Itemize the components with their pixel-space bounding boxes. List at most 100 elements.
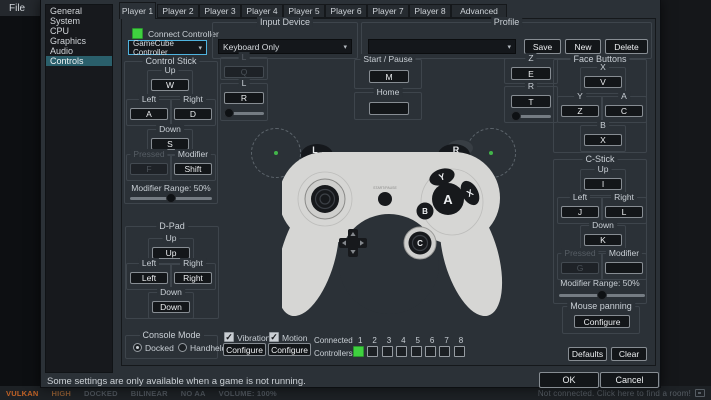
profile-select[interactable]: ▾ [368, 39, 516, 54]
status-multiplayer[interactable]: Not connected. Click here to find a room… [538, 389, 705, 398]
c-stick-up-button[interactable]: I [584, 178, 622, 190]
status-vulkan[interactable]: VULKAN [6, 389, 38, 398]
docked-radio[interactable] [133, 343, 142, 352]
c-stick-pressed-button[interactable]: G [561, 262, 599, 274]
face-b: B X [580, 120, 626, 152]
controller-type-select[interactable]: GameCube Controller ▾ [128, 39, 207, 57]
control-stick-up-button[interactable]: W [151, 79, 189, 91]
controller-1-checkbox[interactable] [353, 346, 364, 357]
c-stick-modifier-button[interactable] [605, 262, 643, 274]
controller-b-label: B [422, 207, 428, 216]
left-trigger-button[interactable]: R [224, 92, 264, 104]
start-pause-button[interactable]: M [369, 70, 409, 83]
tab-player-1[interactable]: Player 1 [119, 2, 156, 19]
z-button[interactable]: E [511, 67, 551, 80]
motion-checkbox[interactable]: ✓ [269, 332, 279, 342]
slider-handle[interactable] [166, 192, 176, 203]
profile-new-button[interactable]: New [565, 39, 601, 54]
status-gpu-accuracy[interactable]: HIGH [51, 389, 71, 398]
dpad-down-button[interactable]: Down [152, 301, 190, 313]
status-dock-mode[interactable]: DOCKED [84, 389, 118, 398]
controller-number: 6 [429, 336, 435, 345]
c-stick-right-button[interactable]: L [605, 206, 643, 218]
tab-player-2[interactable]: Player 2 [157, 4, 199, 18]
c-stick-range-slider[interactable] [559, 289, 645, 300]
r-trigger-button[interactable]: T [511, 95, 551, 108]
motion-configure-button[interactable]: Configure [268, 343, 311, 356]
settings-category-list: General System CPU Graphics Audio Contro… [45, 4, 113, 373]
defaults-button[interactable]: Defaults [568, 347, 607, 361]
tab-advanced[interactable]: Advanced [451, 4, 507, 18]
home-group: Home [354, 87, 422, 120]
controller-4-checkbox[interactable] [396, 346, 408, 357]
console-mode-group: Console Mode Docked Handheld [125, 330, 226, 359]
multiplayer-label: Not connected. Click here to find a room… [537, 388, 691, 398]
player1-pane: Connect Controller GameCube Controller ▾… [121, 17, 656, 366]
control-stick-pressed-button[interactable]: F [130, 163, 168, 175]
controller-6-checkbox[interactable] [424, 346, 436, 357]
dialog-note: Some settings are only available when a … [47, 376, 306, 387]
tab-player-5[interactable]: Player 5 [283, 4, 325, 18]
controller-number: 7 [444, 336, 449, 345]
mouse-panning-configure-button[interactable]: Configure [574, 315, 630, 328]
sidebar-item-system[interactable]: System [46, 16, 112, 26]
c-stick-down-button[interactable]: K [584, 234, 622, 246]
profile-delete-button[interactable]: Delete [605, 39, 648, 54]
status-filter[interactable]: BILINEAR [131, 389, 168, 398]
controller-number: 2 [372, 336, 377, 345]
tab-player-7[interactable]: Player 7 [367, 4, 409, 18]
controller-8-checkbox[interactable] [453, 346, 465, 357]
status-volume[interactable]: VOLUME: 100% [219, 389, 277, 398]
controller-3-checkbox[interactable] [381, 346, 393, 357]
tab-player-8[interactable]: Player 8 [409, 4, 451, 18]
slider-handle[interactable] [597, 289, 607, 300]
control-stick-modifier-button[interactable]: Shift [174, 163, 212, 175]
face-b-button[interactable]: X [584, 134, 622, 146]
dpad-right-button[interactable]: Right [174, 272, 212, 284]
status-antialiasing[interactable]: NO AA [181, 389, 206, 398]
home-button[interactable] [369, 102, 409, 115]
tab-player-6[interactable]: Player 6 [325, 4, 367, 18]
ok-button[interactable]: OK [539, 372, 599, 388]
face-y-button[interactable]: Z [561, 105, 599, 117]
handheld-radio[interactable] [178, 343, 187, 352]
slider-handle[interactable] [511, 110, 521, 121]
control-stick-left: Left A [126, 94, 172, 126]
controller-7-checkbox[interactable] [439, 346, 451, 357]
vibration-configure-button[interactable]: Configure [223, 343, 266, 356]
face-a: A C [601, 91, 647, 123]
controller-c-label: C [417, 239, 423, 248]
control-stick-range-slider[interactable] [130, 192, 212, 203]
sidebar-item-graphics[interactable]: Graphics [46, 36, 112, 46]
control-stick-right-button[interactable]: D [174, 108, 212, 120]
c-stick-modifier: Modifier [601, 248, 647, 280]
r-trigger-threshold-slider[interactable] [511, 110, 551, 121]
face-a-button[interactable]: C [605, 105, 643, 117]
sidebar-item-general[interactable]: General [46, 6, 112, 16]
controller-connected-row [353, 346, 473, 357]
c-stick-left-button[interactable]: J [561, 206, 599, 218]
dpad-left: Left Left [126, 258, 172, 290]
controllers-label: Controllers [314, 349, 353, 358]
sidebar-item-audio[interactable]: Audio [46, 46, 112, 56]
controller-2-checkbox[interactable] [367, 346, 379, 357]
profile-save-button[interactable]: Save [524, 39, 561, 54]
cancel-button[interactable]: Cancel [600, 372, 659, 388]
vibration-checkbox[interactable]: ✓ [224, 332, 234, 342]
docked-label: Docked [145, 343, 174, 353]
menu-file[interactable]: File [9, 3, 25, 14]
controller-5-checkbox[interactable] [410, 346, 422, 357]
face-x-button[interactable]: V [584, 76, 622, 88]
sidebar-item-cpu[interactable]: CPU [46, 26, 112, 36]
slider-handle[interactable] [224, 107, 234, 118]
left-trigger-threshold-slider[interactable] [224, 107, 264, 118]
dpad-left-button[interactable]: Left [130, 272, 168, 284]
connect-controller-checkbox[interactable] [132, 28, 143, 39]
control-stick-left-button[interactable]: A [130, 108, 168, 120]
controller-numbers-row: 1 2 3 4 5 6 7 8 [353, 336, 469, 345]
sidebar-item-controls[interactable]: Controls [46, 56, 112, 66]
tab-player-3[interactable]: Player 3 [199, 4, 241, 18]
left-trigger-analog-button[interactable]: Q [224, 66, 264, 78]
clear-button[interactable]: Clear [611, 347, 647, 361]
tab-player-4[interactable]: Player 4 [241, 4, 283, 18]
